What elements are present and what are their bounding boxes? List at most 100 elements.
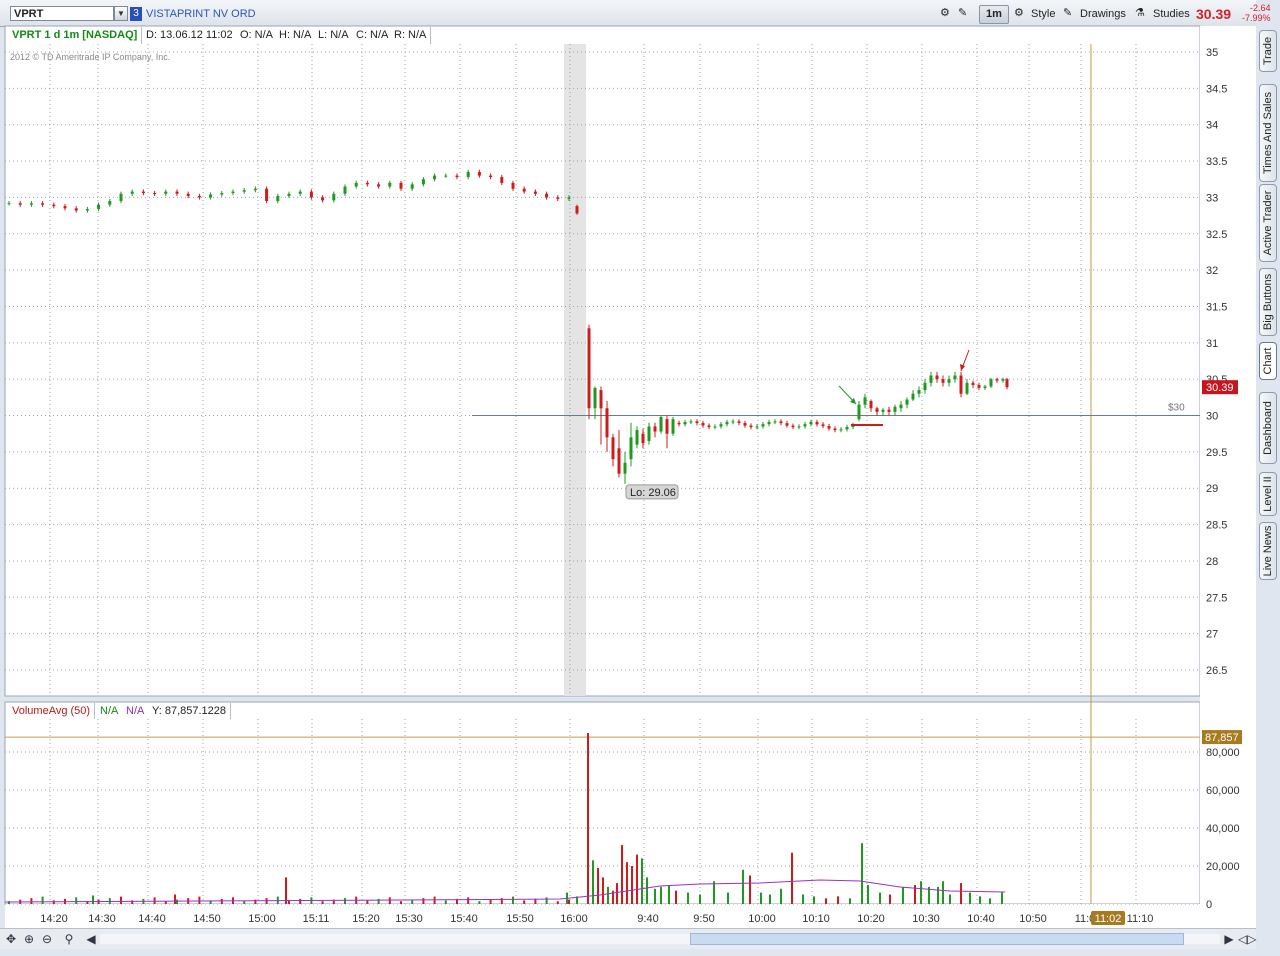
candle-body (905, 399, 909, 405)
candle-body (209, 194, 213, 198)
candle-body (605, 408, 609, 438)
candle-body (629, 437, 633, 460)
candle-body (587, 328, 591, 409)
candle-body (410, 184, 414, 189)
time-tick-label: 15:11 (303, 913, 330, 925)
time-tick-label: 14:20 (40, 913, 68, 925)
zoom-out-icon[interactable]: ⊖ (40, 932, 54, 946)
time-tick-label: 10:30 (912, 913, 940, 925)
candle-body (365, 182, 369, 185)
candle-body (52, 204, 56, 207)
volume-tick-label: 80,000 (1206, 747, 1240, 759)
candle-body (983, 386, 987, 388)
candle-body (635, 430, 639, 445)
candle-body (220, 193, 224, 195)
price-tick-label: 32.5 (1206, 229, 1227, 241)
candle-body (377, 184, 381, 187)
scroll-right-icon[interactable]: ▶ (1222, 932, 1236, 946)
expand-time-icon[interactable]: ◁▷ (1238, 932, 1256, 946)
time-tick-label: 9:50 (693, 913, 714, 925)
candle-body (671, 419, 675, 434)
candle-body (567, 197, 571, 199)
candle-body (164, 191, 168, 194)
candle-body (791, 425, 795, 428)
price-chart[interactable]: 3534.53433.53332.53231.53130.53029.52928… (0, 0, 1256, 928)
candle-body (444, 175, 448, 177)
candle-body (713, 426, 717, 428)
pan-icon[interactable]: ✥ (4, 932, 18, 946)
scroll-left-icon[interactable]: ◀ (84, 932, 98, 946)
date-readout: D: 13.06.12 11:02 (142, 27, 238, 44)
candle-body (725, 421, 729, 425)
candle-body (641, 433, 645, 444)
zoom-in-icon[interactable]: ⊕ (22, 932, 36, 946)
candle-body (809, 421, 813, 425)
time-tick-label: 14:30 (88, 913, 116, 925)
candle-body (989, 379, 993, 387)
candle-body (755, 426, 759, 428)
price-tick-label: 28.5 (1206, 520, 1227, 532)
candle-body (533, 191, 537, 194)
last-price-tag-label: 30.39 (1206, 382, 1234, 394)
candle-body (287, 193, 291, 196)
candle-body (617, 448, 621, 474)
tab-chart[interactable]: Chart (1259, 342, 1277, 380)
candle-body (689, 421, 693, 423)
candle-body (108, 201, 112, 205)
candle-body (917, 390, 921, 394)
candle-body (500, 177, 504, 183)
price-tick-label: 33 (1206, 192, 1218, 204)
price-tick-label: 33.5 (1206, 156, 1227, 168)
candle-body (298, 191, 302, 194)
candle-body (869, 400, 873, 409)
candle-body (421, 179, 425, 185)
candle-body (231, 191, 235, 194)
candle-body (309, 191, 313, 198)
copyright: 2012 © TD Ameritrade IP Company, Inc. (10, 52, 171, 62)
volume-value: N/A (96, 703, 124, 719)
candle-body (97, 204, 101, 210)
candle-body (731, 421, 735, 423)
range-readout: R: N/A (390, 27, 432, 44)
tab-live-news[interactable]: Live News (1259, 522, 1277, 580)
time-scrollbar-thumb[interactable] (690, 933, 1184, 945)
candle-body (399, 182, 403, 189)
candle-body (265, 188, 269, 202)
candle-body (119, 193, 123, 202)
time-tick-label: 15:50 (506, 913, 534, 925)
volume-tag-label: 87,857 (1205, 732, 1239, 744)
tab-active-trader[interactable]: Active Trader (1259, 184, 1277, 262)
candle-body (761, 424, 765, 427)
magnifier-icon[interactable]: ⚲ (62, 932, 76, 946)
candle-body (677, 422, 681, 425)
candle-body (845, 426, 849, 430)
price-tick-label: 32 (1206, 265, 1218, 277)
candle-body (466, 171, 470, 178)
candle-body (923, 382, 927, 391)
candle-body (130, 191, 134, 194)
side-tab-bar: Trade Times And Sales Active Trader Big … (1256, 26, 1280, 956)
tab-times-and-sales[interactable]: Times And Sales (1259, 84, 1277, 182)
volume-avg-value: N/A (122, 703, 150, 719)
close-readout: C: N/A (352, 27, 394, 44)
tab-big-buttons[interactable]: Big Buttons (1259, 268, 1277, 336)
candle-body (821, 424, 825, 427)
candle-body (767, 421, 771, 425)
time-tick-label: 10:00 (748, 913, 776, 925)
tab-dashboard[interactable]: Dashboard (1259, 392, 1277, 464)
candle-body (893, 406, 897, 412)
candle-body (556, 197, 560, 199)
candle-body (947, 379, 951, 383)
tab-level-ii[interactable]: Level II (1259, 472, 1277, 516)
candle-body (197, 195, 201, 198)
candle-body (455, 175, 459, 178)
candle-body (18, 203, 22, 205)
high-readout: H: N/A (275, 27, 317, 44)
tab-trade[interactable]: Trade (1259, 30, 1277, 72)
candle-body (85, 209, 89, 211)
price-tick-label: 29.5 (1206, 447, 1227, 459)
candle-body (971, 382, 975, 385)
candle-body (911, 393, 915, 400)
candle-body (857, 404, 861, 420)
volume-study-label[interactable]: VolumeAvg (50) (8, 703, 96, 719)
